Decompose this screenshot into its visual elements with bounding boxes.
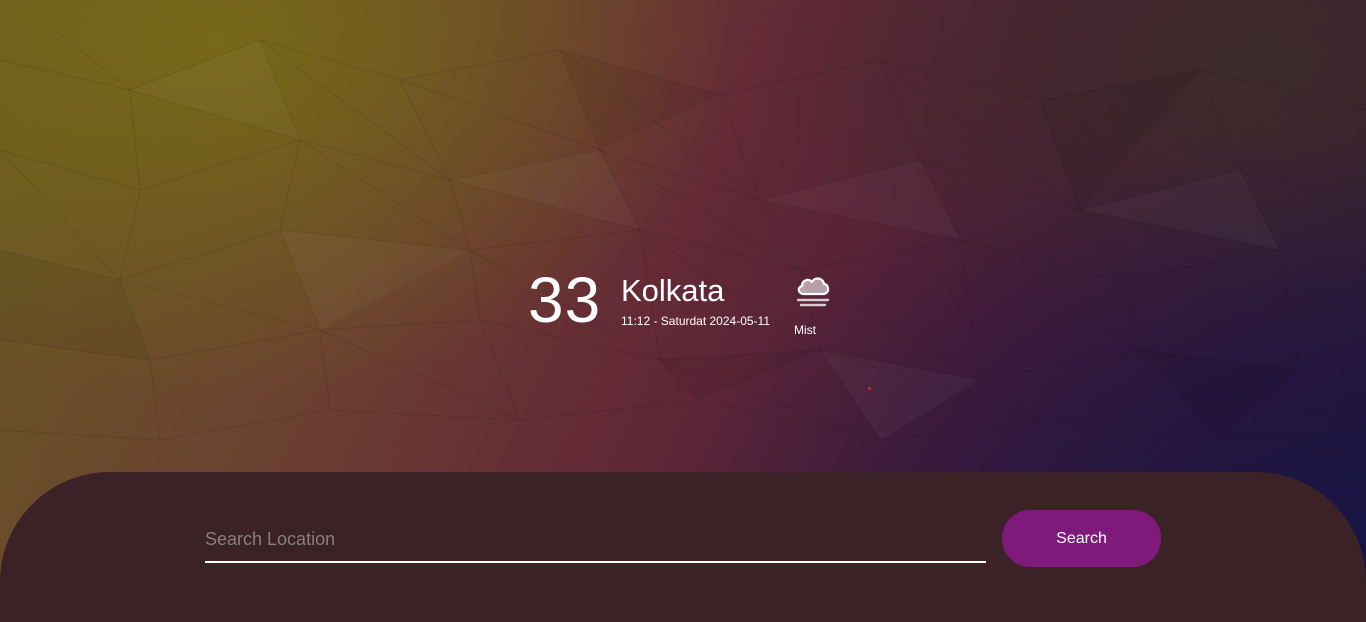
stray-dot	[868, 387, 871, 390]
mist-cloud-icon	[796, 277, 830, 307]
temperature: 33	[528, 264, 602, 336]
search-location-input[interactable]	[205, 517, 986, 563]
search-button[interactable]: Search	[1002, 510, 1161, 567]
city-name: Kolkata	[621, 273, 725, 308]
date-time: 11:12 - Saturdat 2024-05-11	[621, 314, 770, 328]
weather-condition: Mist	[794, 323, 816, 337]
